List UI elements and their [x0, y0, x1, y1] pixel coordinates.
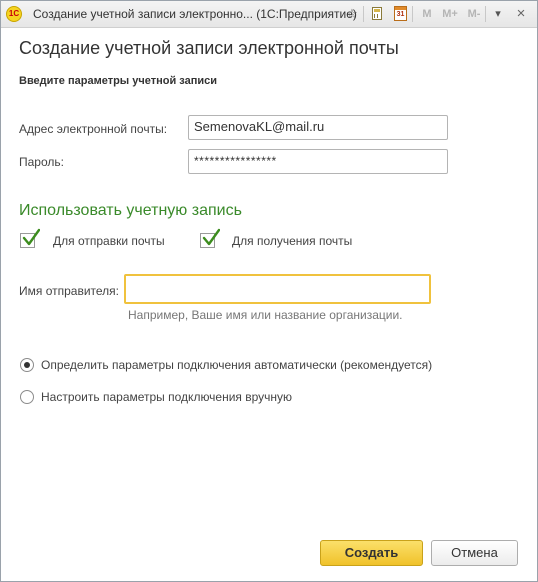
- receive-mail-label[interactable]: Для получения почты: [232, 234, 352, 248]
- memory-subtract-button[interactable]: M-: [465, 5, 483, 23]
- radio-selected-dot: [24, 362, 30, 368]
- auto-settings-label[interactable]: Определить параметры подключения автомат…: [41, 358, 432, 372]
- memory-add-button[interactable]: M+: [441, 5, 459, 23]
- memory-m-button[interactable]: M: [420, 5, 434, 23]
- form-title: Создание учетной записи электронной почт…: [19, 38, 399, 58]
- toolbar-divider: [485, 6, 486, 22]
- password-label: Пароль:: [19, 155, 64, 169]
- use-account-title: Использовать учетную запись: [19, 202, 242, 219]
- calendar-icon[interactable]: 31: [393, 5, 407, 23]
- send-mail-checkbox[interactable]: [20, 228, 40, 248]
- sender-name-label: Имя отправителя:: [19, 284, 120, 298]
- auto-settings-radio[interactable]: [20, 358, 34, 372]
- send-mail-label[interactable]: Для отправки почты: [53, 234, 165, 248]
- create-button[interactable]: Создать: [320, 540, 423, 566]
- window-title: Создание учетной записи электронно... (1…: [33, 7, 357, 21]
- app-logo-icon[interactable]: 1С: [6, 6, 22, 22]
- calendar-day: 31: [394, 6, 407, 21]
- checkmark-icon: [202, 228, 220, 246]
- checkmark-icon: [22, 228, 40, 246]
- calculator-icon[interactable]: [370, 5, 384, 23]
- title-bar: 1С Создание учетной записи электронно...…: [1, 1, 537, 28]
- sender-name-input[interactable]: [124, 274, 431, 304]
- favorite-star-icon[interactable]: ☆: [344, 5, 360, 23]
- password-field[interactable]: ****************: [188, 149, 448, 174]
- manual-settings-label[interactable]: Настроить параметры подключения вручную: [41, 390, 292, 404]
- email-field[interactable]: SemenovaKL@mail.ru: [188, 115, 448, 140]
- receive-mail-checkbox[interactable]: [200, 228, 220, 248]
- manual-settings-radio[interactable]: [20, 390, 34, 404]
- cancel-button[interactable]: Отмена: [431, 540, 518, 566]
- dialog-window: 1С Создание учетной записи электронно...…: [0, 0, 538, 582]
- calculator-glyph: [372, 7, 382, 20]
- window-menu-icon[interactable]: ▾: [491, 5, 505, 23]
- form-subtitle: Введите параметры учетной записи: [19, 75, 218, 87]
- sender-name-hint: Например, Ваше имя или название организа…: [128, 308, 403, 322]
- close-icon[interactable]: ×: [513, 5, 529, 23]
- toolbar-divider: [412, 6, 413, 22]
- toolbar-divider: [363, 6, 364, 22]
- email-label: Адрес электронной почты:: [19, 122, 168, 136]
